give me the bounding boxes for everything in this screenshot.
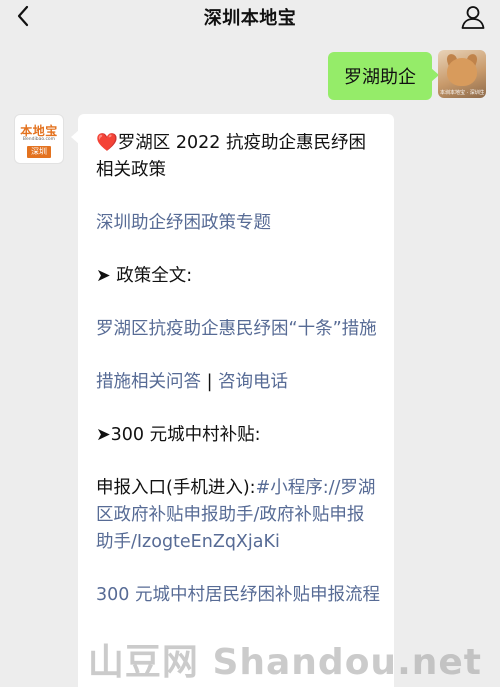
- person-icon[interactable]: [460, 4, 486, 30]
- outgoing-message-text: 罗湖助企: [344, 67, 416, 88]
- message-title: ❤️罗湖区 2022 抗疫助企惠民纾困相关政策: [96, 130, 380, 184]
- outgoing-message-bubble[interactable]: 罗湖助企: [328, 52, 439, 100]
- link-subsidy-process[interactable]: 300 元城中村居民纾困补贴申报流程: [96, 585, 380, 605]
- entry-label: 申报入口(手机进入):: [96, 478, 256, 498]
- bot-avatar[interactable]: 本地宝 Bendibao.com 深圳: [14, 114, 64, 164]
- chat-screen: 深圳本地宝 罗湖助企 本圳本地宝 · 深圳生活 本地宝 Bendibao.com…: [0, 0, 500, 687]
- avatar-caption: 本圳本地宝 · 深圳生活: [440, 90, 484, 96]
- section-heading-subsidy: ➤300 元城中村补贴:: [96, 425, 261, 445]
- bot-logo-url: Bendibao.com: [22, 137, 56, 142]
- avatar-face: [447, 58, 477, 86]
- link-measures-qa[interactable]: 措施相关问答: [96, 372, 201, 392]
- link-separator: |: [201, 372, 219, 392]
- user-avatar[interactable]: 本圳本地宝 · 深圳生活: [438, 50, 486, 98]
- link-hotline[interactable]: 咨询电话: [218, 372, 288, 392]
- section-heading-policy: ➤ 政策全文:: [96, 266, 193, 286]
- header-bar: 深圳本地宝: [0, 0, 500, 34]
- incoming-message-bubble: ❤️罗湖区 2022 抗疫助企惠民纾困相关政策 深圳助企纾困政策专题 ➤ 政策全…: [71, 114, 394, 687]
- heart-icon: ❤️: [96, 133, 118, 153]
- link-policy-special[interactable]: 深圳助企纾困政策专题: [96, 213, 271, 233]
- bot-logo-city-badge: 深圳: [27, 146, 51, 158]
- page-title: 深圳本地宝: [203, 8, 297, 29]
- link-ten-measures[interactable]: 罗湖区抗疫助企惠民纾困“十条”措施: [96, 319, 377, 339]
- message-title-text: 罗湖区 2022 抗疫助企惠民纾困相关政策: [96, 133, 366, 180]
